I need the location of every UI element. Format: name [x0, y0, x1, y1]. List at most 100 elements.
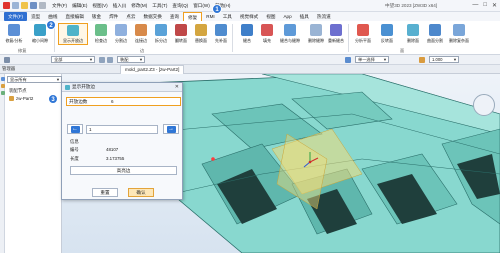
repair-analyze-button[interactable]: 修复/分析: [3, 23, 25, 45]
ok-button[interactable]: 确认: [128, 188, 154, 197]
chevron-down-icon: ▼: [89, 57, 93, 62]
quick-access-toolbar: [0, 2, 46, 9]
group-label-edge: 边: [140, 48, 145, 53]
pick-icon[interactable]: [107, 56, 113, 63]
tab-query[interactable]: 查询: [166, 12, 183, 21]
tab-hot-runner[interactable]: 热流道: [313, 12, 335, 21]
arrow-left-icon: ←: [70, 125, 80, 133]
view-cube-icon[interactable]: [473, 94, 495, 116]
restitch-icon: [330, 24, 342, 36]
tab-data-exchange[interactable]: 数据交换: [139, 12, 165, 21]
tab-sheet-metal[interactable]: 钣金: [88, 12, 105, 21]
filter-select[interactable]: 全部 ▼: [51, 56, 95, 63]
tab-direct-edit[interactable]: 直接编辑: [61, 12, 87, 21]
undo-icon[interactable]: [39, 2, 46, 9]
stitch-gap-button[interactable]: 缝合与缝隙: [276, 23, 304, 45]
close-icon[interactable]: ✕: [175, 84, 179, 90]
delete-complex-face-button[interactable]: 删除复杂面: [448, 23, 470, 45]
callout-3: 3: [48, 94, 58, 104]
maximize-icon[interactable]: □: [483, 2, 487, 9]
delete-face-button[interactable]: 删除面: [402, 23, 424, 45]
tree-filter-select[interactable]: 显示所有 ▼: [7, 76, 62, 83]
tab-point-cloud[interactable]: 点云: [122, 12, 139, 21]
menu-modify[interactable]: 修改(M): [131, 3, 147, 9]
chevron-down-icon: ▼: [453, 57, 457, 62]
tab-tools[interactable]: 工具: [219, 12, 236, 21]
part-icon: [9, 96, 14, 101]
assembly-tree-icon[interactable]: [0, 84, 5, 88]
tab-modeling[interactable]: 造型: [27, 12, 44, 21]
selection-mode-select[interactable]: 单一选择 ▼: [355, 56, 389, 63]
tab-app[interactable]: App: [279, 12, 295, 21]
selection-toolbar: 全部 ▼ 装配 ▼ 单一选择 ▼ 1.000 ▼: [0, 55, 500, 65]
menu-view[interactable]: 视图(V): [92, 3, 107, 9]
ribbon-panel: 修复/分析 缩小间隙 显示开放边 检查边 分割边 连接边 拆分边 翻转面 替换面…: [0, 21, 500, 55]
break-edge-button[interactable]: 拆分边: [150, 23, 172, 45]
edge-length-label: 长度: [70, 156, 79, 161]
document-tabs: 管理器 mold_part2.Z3 - [zw-Part2]: [0, 65, 500, 74]
highlight-edges-button[interactable]: 高亮边: [70, 166, 177, 175]
show-open-edges-button[interactable]: 显示开放边: [58, 23, 88, 45]
group-separator: [232, 24, 233, 52]
split-surface-button[interactable]: 曲面分割: [424, 23, 446, 45]
close-icon[interactable]: ✕: [492, 2, 497, 9]
menu-window[interactable]: 窗口(W): [193, 3, 210, 9]
connect-edge-button[interactable]: 连接边: [130, 23, 152, 45]
patch-face-button[interactable]: 先补面: [210, 23, 232, 45]
view-mode-select[interactable]: 装配 ▼: [117, 56, 145, 63]
fill-icon: [261, 24, 273, 36]
stitch-button[interactable]: 缝合: [236, 23, 258, 45]
analyze-plane-button[interactable]: 分析平面: [352, 23, 374, 45]
tree-header: 装配节点: [9, 88, 27, 93]
tab-weldment[interactable]: 焊件: [105, 12, 122, 21]
flip-face-button[interactable]: 翻转面: [170, 23, 192, 45]
zoom-icon[interactable]: [419, 56, 425, 63]
zoom-select[interactable]: 1.000 ▼: [429, 56, 459, 63]
group-label-repair: 修复: [18, 48, 27, 53]
select-icon[interactable]: [99, 56, 105, 63]
replace-face-button[interactable]: 替换面: [190, 23, 212, 45]
open-file-icon[interactable]: [21, 2, 28, 9]
check-edges-button[interactable]: 检查边: [90, 23, 112, 45]
menu-tools[interactable]: 工具(T): [152, 3, 167, 9]
layer-icon[interactable]: [0, 91, 5, 95]
split-surface-icon: [429, 24, 441, 36]
group-label-face: 面: [400, 48, 405, 53]
document-tab[interactable]: mold_part2.Z3 - [zw-Part2]: [120, 65, 185, 74]
assembly-icon[interactable]: [345, 56, 351, 63]
tab-visual-style[interactable]: 视觉样式: [236, 12, 262, 21]
top-menu: 文件(F) 编辑(E) 视图(V) 插入(I) 修改(M) 工具(T) 查询(Q…: [52, 3, 230, 9]
tab-repair[interactable]: 修复: [183, 12, 203, 21]
tree-node[interactable]: zw-Part2: [9, 96, 33, 101]
fill-button[interactable]: 填充: [256, 23, 278, 45]
edge-index-input[interactable]: 1: [86, 125, 158, 134]
next-edge-button[interactable]: →: [163, 124, 179, 134]
split-edge-button[interactable]: 分割边: [110, 23, 132, 45]
break-edge-icon: [155, 24, 167, 36]
chevron-down-icon: ▼: [383, 57, 387, 62]
reverse-face-icon: [381, 24, 393, 36]
tab-plugins[interactable]: 插具: [296, 12, 313, 21]
callout-1: 1: [212, 4, 222, 14]
menu-edit[interactable]: 编辑(E): [72, 3, 87, 9]
save-icon[interactable]: [30, 2, 37, 9]
tab-file[interactable]: 文件(F): [4, 12, 28, 21]
menu-query[interactable]: 查询(Q): [172, 3, 188, 9]
menu-insert[interactable]: 插入(I): [113, 3, 127, 9]
group-separator: [348, 24, 349, 52]
info-section-label: 信息: [70, 139, 79, 144]
menu-file[interactable]: 文件(F): [52, 3, 67, 9]
open-edge-count-field[interactable]: 开放边数 6: [66, 97, 181, 106]
stitch-icon: [241, 24, 253, 36]
delete-gap-button[interactable]: 删除缝隙: [305, 23, 327, 45]
reset-button[interactable]: 重置: [92, 188, 118, 197]
history-icon[interactable]: [0, 77, 5, 81]
new-file-icon[interactable]: [12, 2, 19, 9]
tab-view[interactable]: 视图: [262, 12, 279, 21]
reverse-face-button[interactable]: 反转面: [374, 23, 400, 45]
filter-icon[interactable]: [4, 56, 10, 63]
restitch-button[interactable]: 重新缝合: [325, 23, 347, 45]
minimize-icon[interactable]: —: [472, 2, 478, 9]
delete-face-icon: [407, 24, 419, 36]
previous-edge-button[interactable]: ←: [67, 124, 83, 134]
